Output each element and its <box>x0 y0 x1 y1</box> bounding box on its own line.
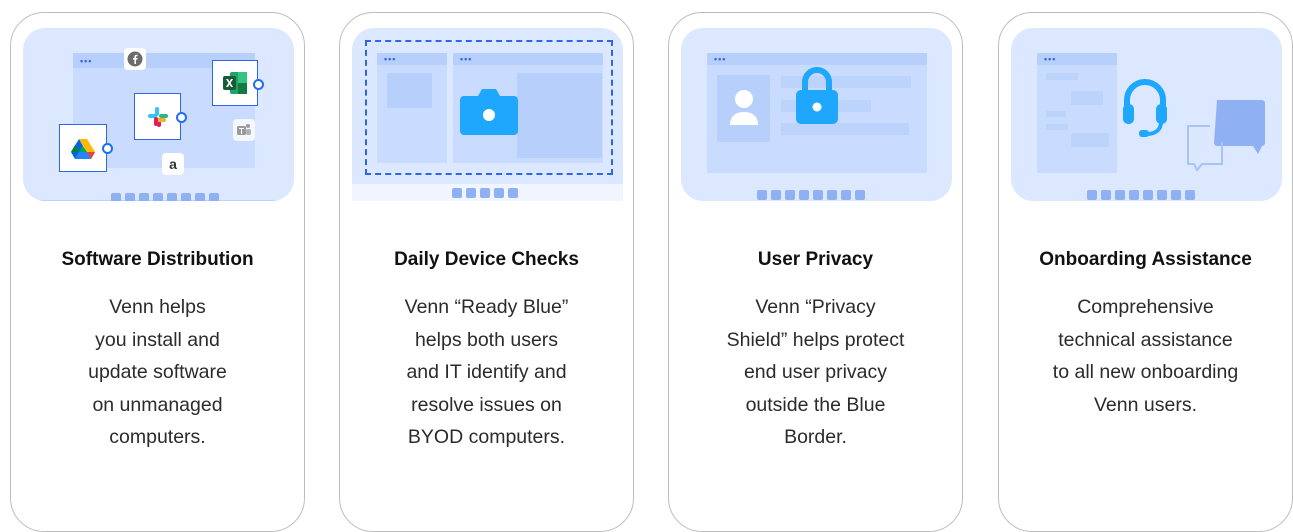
card-daily-device-checks: ••• ••• Daily Device Checks Venn “Ready … <box>339 12 634 532</box>
chat-line <box>1046 73 1078 80</box>
taskbar <box>111 193 219 201</box>
excel-tile <box>212 60 264 106</box>
user-privacy-illustration: ••• <box>681 28 952 201</box>
sync-badge <box>176 112 187 123</box>
card-user-privacy: ••• User Privacy Venn “Privacy Shield” h… <box>668 12 963 532</box>
device-checks-illustration: ••• ••• <box>352 28 623 201</box>
software-distribution-illustration: ••• a <box>23 28 294 201</box>
chat-line <box>1071 133 1109 147</box>
headset-icon <box>1121 76 1169 151</box>
feature-cards: ••• a Software Distribution Venn helps y… <box>0 0 1293 532</box>
slack-icon <box>147 106 168 127</box>
card-software-distribution: ••• a Software Distribution Venn helps y… <box>10 12 305 532</box>
card-description: Venn helps you install and update softwa… <box>88 296 227 448</box>
card-onboarding-assistance: ••• Onboarding Assistance Comprehensive … <box>998 12 1293 532</box>
taskbar <box>452 188 518 198</box>
google-drive-icon <box>71 138 95 159</box>
camera-icon <box>460 87 518 140</box>
amazon-icon: a <box>162 153 184 175</box>
avatar-frame <box>717 75 770 142</box>
excel-icon <box>223 72 247 94</box>
amazon-letter: a <box>169 156 177 172</box>
facebook-icon <box>124 48 146 70</box>
google-drive-tile <box>59 124 113 172</box>
user-icon <box>730 90 758 125</box>
sync-badge <box>253 79 264 90</box>
sync-badge <box>102 143 113 154</box>
chat-line <box>1071 91 1103 105</box>
card-title: Daily Device Checks <box>394 249 579 270</box>
teams-icon <box>233 119 255 141</box>
card-description: Venn “Ready Blue” helps both users and I… <box>404 296 569 448</box>
taskbar <box>757 190 865 200</box>
window-titlebar <box>707 53 927 65</box>
card-title: Onboarding Assistance <box>1039 249 1252 270</box>
window-controls: ••• <box>714 54 727 64</box>
chat-bubble-icon <box>1186 96 1266 181</box>
chat-line <box>1046 124 1068 130</box>
lock-icon <box>794 66 840 131</box>
card-title: User Privacy <box>757 249 874 270</box>
slack-tile <box>134 93 187 140</box>
taskbar <box>1087 190 1195 200</box>
window-controls: ••• <box>80 56 93 66</box>
window-controls: ••• <box>1044 54 1057 64</box>
card-description: Venn “Privacy Shield” helps protect end … <box>726 296 905 448</box>
card-title: Software Distribution <box>61 249 254 270</box>
card-description: Comprehensive technical assistance to al… <box>1052 296 1239 416</box>
chat-line <box>1046 111 1066 117</box>
onboarding-illustration: ••• <box>1011 28 1282 201</box>
